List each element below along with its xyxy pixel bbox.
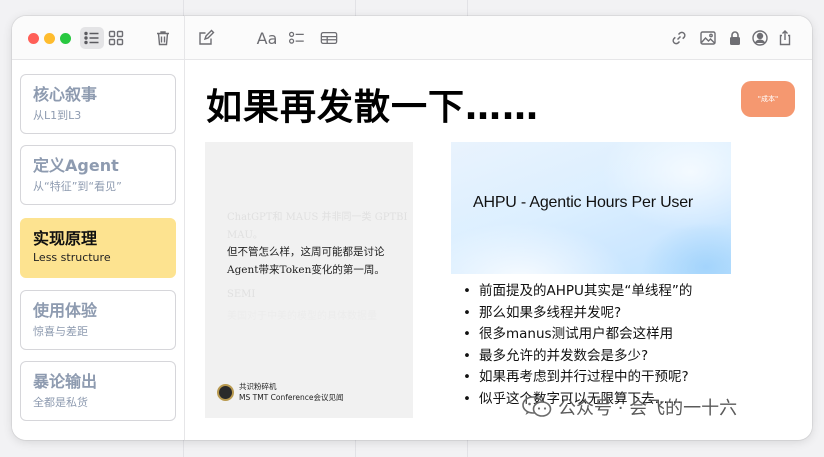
faded-text: MAU。 (227, 230, 263, 241)
quote-line: Agent带来Token变化的第一周。 (227, 264, 385, 276)
table-icon[interactable] (318, 29, 340, 47)
faded-text: 美国对于中美的模型的具体数据量 (227, 311, 377, 322)
faded-text: SEMI (227, 289, 256, 300)
sidebar-item-title: 暴论输出 (33, 372, 98, 391)
minimize-window-button[interactable] (44, 33, 55, 44)
checklist-icon[interactable] (286, 29, 308, 47)
watermark-text: 公众号 · 会飞的一十六 (558, 398, 738, 419)
quote-line: 但不管怎么样，这周可能都是讨论 (227, 246, 385, 258)
trash-icon[interactable] (153, 29, 173, 47)
list-item: 那么如果多线程并发呢? (463, 303, 692, 325)
sidebar-item-hot-takes[interactable]: 暴论输出 全都是私货 (20, 361, 176, 421)
screenshot-panel: ChatGPT和 MAUS 并非同一类 GPTBI MAU。 但不管怎么样，这周… (205, 142, 413, 418)
sidebar-item-subtitle: 从“特征”到“看见” (33, 180, 122, 193)
watermark: 公众号 · 会飞的一十六 (522, 394, 737, 420)
compose-icon[interactable] (196, 29, 216, 47)
image-icon[interactable] (698, 29, 718, 47)
hero-title: AHPU - Agentic Hours Per User (473, 194, 694, 211)
link-icon[interactable] (669, 29, 689, 47)
slide-title: 如果再发散一下…… (206, 87, 540, 128)
faded-text: ChatGPT和 MAUS 并非同一类 GPTBI (227, 212, 408, 223)
slide-content: 如果再发散一下…… "成本" ChatGPT和 MAUS 并非同一类 GPTBI… (185, 60, 812, 440)
text-format-icon[interactable]: Aa (254, 29, 280, 48)
sidebar-item-experience[interactable]: 使用体验 惊喜与差距 (20, 290, 176, 350)
sidebar-item-subtitle: 惊喜与差距 (33, 325, 88, 338)
decorative-blob (601, 142, 731, 232)
sidebar-item-core-narrative[interactable]: 核心叙事 从L1到L3 (20, 74, 176, 134)
share-icon[interactable] (775, 29, 795, 47)
avatar (217, 383, 234, 401)
sidebar-item-subtitle: Less structure (33, 251, 111, 264)
sidebar-item-title: 使用体验 (33, 301, 98, 320)
list-view-icon[interactable] (80, 27, 104, 49)
sidebar-item-title: 定义Agent (33, 156, 119, 175)
collaborate-icon[interactable] (750, 29, 770, 47)
list-item: 如果再考虑到并行过程中的干预呢? (463, 367, 692, 389)
sidebar-item-title: 实现原理 (33, 229, 98, 248)
hero-banner: AHPU - Agentic Hours Per User (451, 142, 731, 274)
sidebar-item-subtitle: 从L1到L3 (33, 109, 82, 122)
sidebar-item-subtitle: 全都是私货 (33, 396, 88, 409)
source-name: 共识粉碎机 (239, 382, 277, 391)
decorative-blob (641, 222, 731, 274)
source-footer: 共识粉碎机 MS TMT Conference会议见闻 (217, 381, 344, 403)
close-window-button[interactable] (28, 33, 39, 44)
toolbar: Aa (12, 16, 812, 60)
sidebar-item-define-agent[interactable]: 定义Agent 从“特征”到“看见” (20, 145, 176, 205)
wechat-icon (522, 396, 552, 417)
bullet-list: 前面提及的AHPU其实是“单线程”的 那么如果多线程并发呢? 很多manus测试… (463, 281, 692, 410)
grid-view-icon[interactable] (106, 29, 126, 47)
sidebar: 核心叙事 从L1到L3 定义Agent 从“特征”到“看见” 实现原理 Less… (12, 60, 185, 440)
sidebar-item-implementation[interactable]: 实现原理 Less structure (20, 218, 176, 278)
list-item: 很多manus测试用户都会这样用 (463, 324, 692, 346)
list-item: 前面提及的AHPU其实是“单线程”的 (463, 281, 692, 303)
decorative-blob (451, 222, 631, 274)
cost-badge[interactable]: "成本" (741, 81, 795, 117)
zoom-window-button[interactable] (60, 33, 71, 44)
app-window: Aa 核心叙事 从L1到L3 定义Agent 从“特征”到“看见” 实现原理 L… (12, 16, 812, 440)
sidebar-item-title: 核心叙事 (33, 85, 98, 104)
source-subtitle: MS TMT Conference会议见闻 (239, 393, 344, 402)
list-item: 最多允许的并发数会是多少? (463, 346, 692, 368)
lock-icon[interactable] (725, 29, 745, 47)
